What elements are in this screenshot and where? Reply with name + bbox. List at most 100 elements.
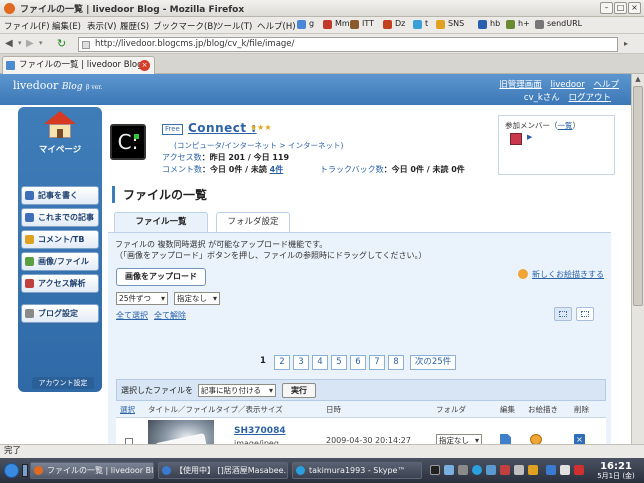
new-drawing-link[interactable]: 新しくお絵描きする <box>518 269 604 280</box>
page-3[interactable]: 3 <box>293 355 309 370</box>
firefox-icon <box>4 3 15 14</box>
upload-image-button[interactable]: 画像をアップロード <box>116 268 206 286</box>
select-all-link[interactable]: 全て選択 <box>116 310 148 321</box>
bookmark-hplus[interactable]: h+ <box>506 19 530 29</box>
page-4[interactable]: 4 <box>312 355 328 370</box>
execute-button[interactable]: 実行 <box>282 383 316 398</box>
desktop-pager[interactable] <box>22 464 28 477</box>
menu-view[interactable]: 表示(V) <box>87 20 116 32</box>
page-8[interactable]: 8 <box>388 355 404 370</box>
scrollbar-thumb[interactable] <box>633 86 643 306</box>
account-settings-button[interactable]: アカウント設定 <box>32 377 94 389</box>
grid-view-button[interactable] <box>554 307 572 321</box>
back-icon[interactable]: ◀ <box>5 38 13 49</box>
folder-filter-select[interactable]: 指定なし <box>174 292 220 305</box>
bookmark-g[interactable]: g <box>297 19 314 29</box>
nav-past-articles[interactable]: これまでの記事 <box>21 208 99 227</box>
history-dropdown-icon[interactable]: ▾ <box>39 39 43 47</box>
deselect-all-link[interactable]: 全て解除 <box>154 310 186 321</box>
sound-tray-icon[interactable] <box>458 465 468 475</box>
klipper-tray-icon[interactable] <box>574 465 584 475</box>
blog-category-link[interactable]: (コンピュータ/インターネット > インターネット) <box>174 140 343 151</box>
tab-folder-settings[interactable]: フォルダ設定 <box>216 212 290 233</box>
mypage-button[interactable]: マイページ <box>18 111 102 157</box>
terminal-tray-icon[interactable] <box>430 465 440 475</box>
battery-tray-icon[interactable] <box>514 465 524 475</box>
page-2[interactable]: 2 <box>274 355 290 370</box>
bookmark-sendurl[interactable]: sendURL <box>535 19 582 29</box>
old-admin-link[interactable]: 旧管理画面 <box>499 80 542 90</box>
nav-write-article[interactable]: 記事を書く <box>21 186 99 205</box>
volume-tray-icon[interactable] <box>560 465 570 475</box>
list-view-button[interactable] <box>576 307 594 321</box>
edit-icon[interactable] <box>500 434 511 444</box>
close-window-button[interactable]: × <box>628 2 641 14</box>
member-list-link[interactable]: 一覧 <box>558 121 573 130</box>
bookmark-itt[interactable]: ITT <box>350 19 374 29</box>
menu-history[interactable]: 履歴(S) <box>120 20 149 32</box>
network-tray-icon[interactable] <box>486 465 496 475</box>
forward-icon[interactable]: ▶ <box>26 38 34 49</box>
menu-file[interactable]: ファイル(F) <box>4 20 50 32</box>
minimize-button[interactable]: – <box>600 2 613 14</box>
nav-access-analysis[interactable]: アクセス解析 <box>21 274 99 293</box>
nav-image-file[interactable]: 画像/ファイル <box>21 252 99 271</box>
audio-tray-icon[interactable] <box>444 465 454 475</box>
tab-file-list[interactable]: ファイルの一覧 | livedoor Blog <box>2 56 155 74</box>
page-5[interactable]: 5 <box>331 355 347 370</box>
bookmark-dz[interactable]: Dz <box>383 19 405 29</box>
ime-tray-icon[interactable] <box>546 465 556 475</box>
bookmark-mm[interactable]: Mm <box>323 19 350 29</box>
menu-tools[interactable]: ツール(T) <box>215 20 252 32</box>
help-link[interactable]: ヘルプ <box>593 80 619 90</box>
member-avatar[interactable] <box>510 133 522 145</box>
kde-menu-icon[interactable] <box>4 463 19 478</box>
clock[interactable]: 16:21 5月1日 (金) <box>591 461 641 481</box>
tab-bar: ファイルの一覧 | livedoor Blog <box>0 54 644 74</box>
palette-icon[interactable] <box>530 434 542 444</box>
reload-icon[interactable]: ↻ <box>57 37 66 50</box>
forward-dropdown-icon[interactable]: ▾ <box>18 39 22 47</box>
task-chat[interactable]: 【使用中】 []居酒屋Masabee... <box>158 462 288 479</box>
nav-comment-tb[interactable]: コメント/TB <box>21 230 99 249</box>
livedoor-blog-logo[interactable]: livedoor Blog β ver. <box>13 79 102 92</box>
bulk-action-select[interactable]: 記事に貼り付ける <box>198 384 276 397</box>
clipboard-tray-icon[interactable] <box>500 465 510 475</box>
tab-file-list-page[interactable]: ファイル一覧 <box>114 212 208 233</box>
bookmark-hb[interactable]: hb <box>478 19 500 29</box>
menu-bookmarks[interactable]: ブックマーク(B) <box>153 20 216 32</box>
per-page-select[interactable]: 25件ずつ <box>116 292 168 305</box>
comment-count: コメント数：今日 0件 / 未読 4件 <box>162 165 284 174</box>
page-6[interactable]: 6 <box>350 355 366 370</box>
unread-comments-link[interactable]: 4件 <box>270 165 284 174</box>
blog-title-link[interactable]: Connect : <box>188 121 257 135</box>
url-text: http://livedoor.blogcms.jp/blog/cv_k/fil… <box>95 39 295 49</box>
tab-close-icon[interactable]: × <box>139 60 150 71</box>
bookmark-t[interactable]: t <box>413 19 428 29</box>
logout-link[interactable]: ログアウト <box>568 93 611 103</box>
clock-date: 5月1日 (金) <box>597 472 635 480</box>
vertical-scrollbar[interactable]: ▲ <box>631 74 644 444</box>
delete-icon[interactable]: × <box>574 434 585 444</box>
col-select[interactable]: 選択 <box>120 404 135 415</box>
next-page-button[interactable]: 次の25件 <box>410 355 456 370</box>
menu-help[interactable]: ヘルプ(H) <box>257 20 296 32</box>
task-firefox[interactable]: ファイルの一覧 | livedoor Blog <box>30 462 154 479</box>
file-thumbnail[interactable] <box>148 420 214 444</box>
task-skype[interactable]: takimura1993 - Skype™ <box>292 462 422 479</box>
bookmark-sns[interactable]: SNS <box>436 19 464 29</box>
page-7[interactable]: 7 <box>369 355 385 370</box>
image-icon <box>25 257 34 266</box>
maximize-button[interactable]: □ <box>614 2 627 14</box>
update-tray-icon[interactable] <box>528 465 538 475</box>
skype-tray-icon[interactable] <box>472 465 482 475</box>
nav-blog-settings[interactable]: ブログ設定 <box>21 304 99 323</box>
scroll-up-icon[interactable]: ▲ <box>633 75 643 85</box>
address-bar[interactable]: http://livedoor.blogcms.jp/blog/cv_k/fil… <box>78 37 618 52</box>
livedoor-link[interactable]: livedoor <box>551 80 585 90</box>
menu-edit[interactable]: 編集(E) <box>52 20 81 32</box>
row-folder-select[interactable]: 指定なし <box>436 434 482 444</box>
file-name-link[interactable]: SH370084 <box>234 426 286 436</box>
go-icon[interactable]: ▸ <box>624 39 628 48</box>
member-arrow-icon[interactable]: ▶ <box>527 133 532 141</box>
